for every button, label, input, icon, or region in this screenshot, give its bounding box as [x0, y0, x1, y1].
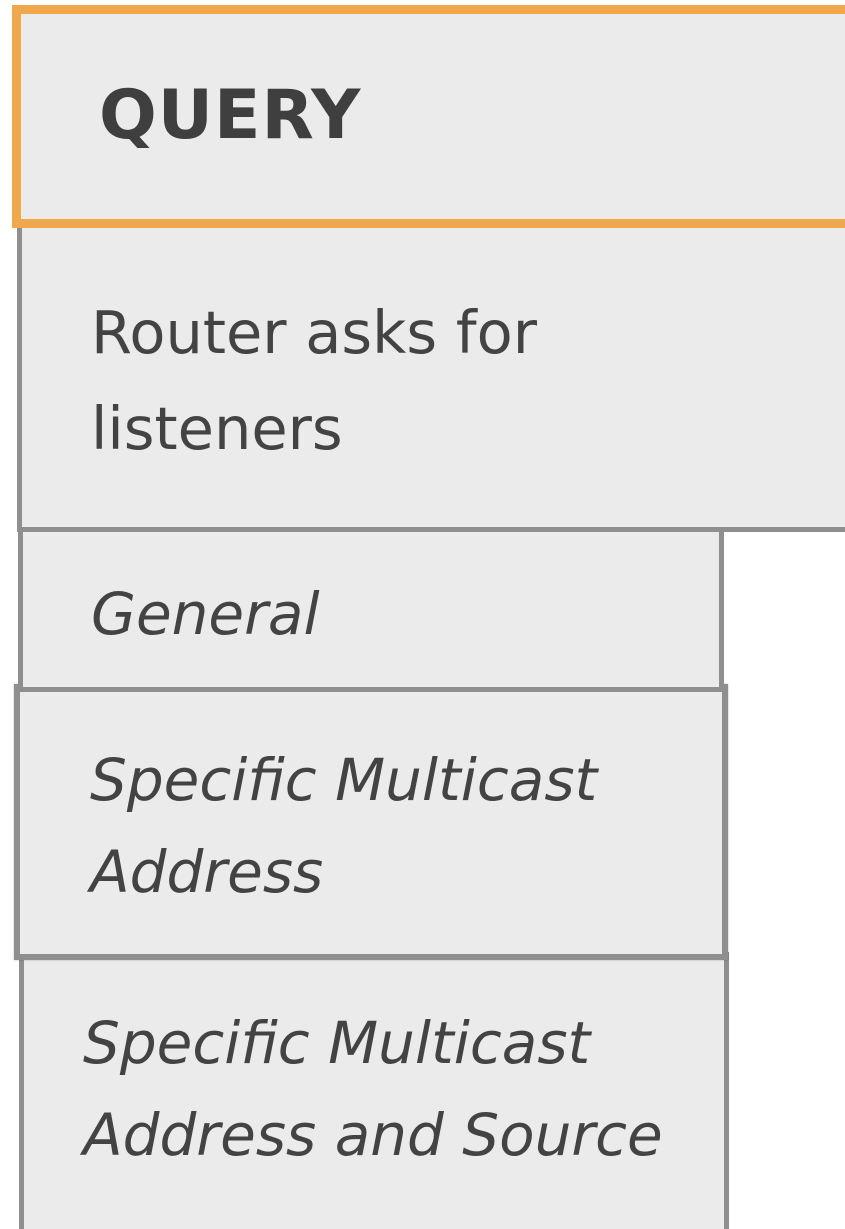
query-description-box: Router asks for listeners: [17, 220, 845, 532]
query-type-general: General: [18, 525, 724, 692]
query-type-source-line2: Address and Source: [83, 1101, 663, 1169]
query-type-specific-address-source-label: Specific Multicast Address and Source: [83, 997, 663, 1181]
query-type-specific-address-line1: Specific Multicast: [90, 746, 598, 814]
query-type-general-label: General: [91, 580, 320, 648]
query-type-specific-address-line2: Address: [90, 838, 324, 906]
query-header-box: QUERY: [12, 5, 845, 228]
query-diagram: QUERY Router asks for listeners General …: [0, 0, 845, 1229]
query-type-specific-address: Specific Multicast Address: [14, 684, 728, 960]
query-type-specific-address-label: Specific Multicast Address: [90, 734, 597, 918]
query-description: Router asks for listeners: [91, 298, 537, 463]
query-type-source-line1: Specific Multicast: [83, 1009, 591, 1077]
query-title: QUERY: [99, 76, 362, 155]
query-type-specific-address-source: Specific Multicast Address and Source: [19, 952, 729, 1229]
